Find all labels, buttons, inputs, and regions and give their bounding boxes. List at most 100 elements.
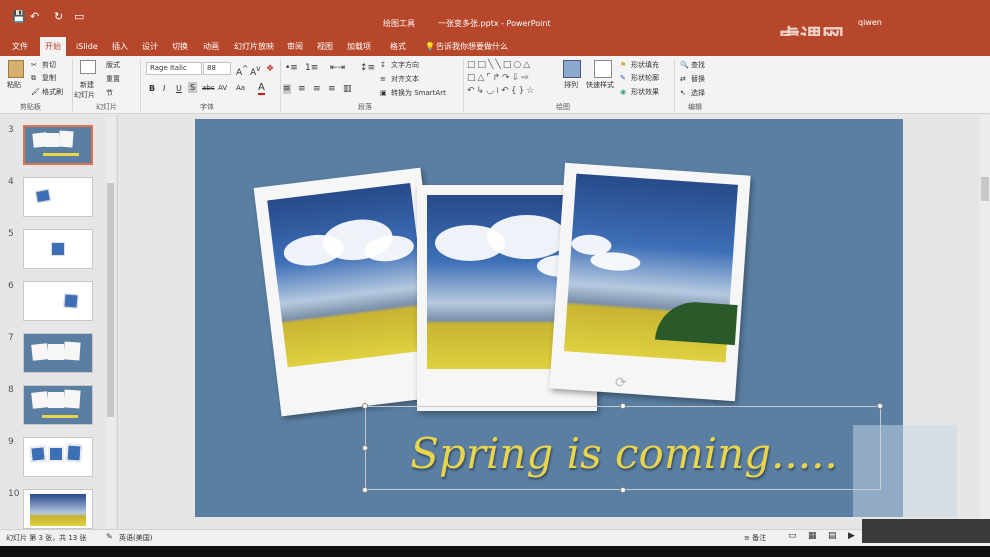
slide-thumbnail-7[interactable] — [23, 333, 93, 373]
slide-thumbnail-8[interactable] — [23, 385, 93, 425]
shape-effects-button[interactable]: ◉ 形状效果 — [620, 87, 659, 97]
present-icon[interactable]: ▭ — [74, 10, 84, 23]
resize-handle[interactable] — [620, 403, 626, 409]
new-slide-button-line2[interactable]: 幻灯片 — [74, 90, 95, 100]
format-painter-button[interactable]: 🖌 格式刷 — [31, 87, 63, 97]
smartart-button[interactable]: ▣ 转换为 SmartArt — [380, 88, 446, 98]
slide-scroll-thumb[interactable] — [981, 177, 989, 201]
quick-styles-icon[interactable] — [594, 60, 612, 78]
tab-file[interactable]: 文件 — [12, 39, 28, 54]
indent-icon[interactable]: ⇤⇥ — [330, 63, 345, 73]
slide-thumbnail-10[interactable] — [23, 489, 93, 529]
strikethrough-button[interactable]: abc — [202, 84, 215, 92]
underline-button[interactable]: U — [176, 84, 182, 93]
find-button[interactable]: 🔍 查找 — [680, 60, 705, 70]
tab-review[interactable]: 审阅 — [287, 39, 303, 54]
reset-button[interactable]: 重置 — [106, 74, 120, 84]
arrange-icon[interactable] — [563, 60, 581, 78]
thumbnail-scrollbar[interactable] — [106, 117, 115, 527]
grow-font-icon[interactable]: A^ — [236, 64, 248, 78]
slide-title-text[interactable]: Spring is coming..... — [366, 429, 882, 478]
photo-frame-right[interactable] — [549, 162, 751, 402]
redo-icon[interactable]: ↻ — [54, 10, 63, 23]
shapes-gallery[interactable]: □□╲╲□○△ □△⌜↱↷⇩⇨ ↶↳◡≀↶{}☆ — [467, 59, 555, 99]
slide-thumbnail-4[interactable] — [23, 177, 93, 217]
language-indicator[interactable]: 英语(美国) — [119, 533, 152, 543]
bullets-icon[interactable]: •≡ — [285, 63, 298, 73]
shape-fill-button[interactable]: ⚑ 形状填充 — [620, 60, 659, 70]
font-name-select[interactable]: Rage Italic — [146, 62, 202, 75]
slide-canvas[interactable]: ⟳ Spring is coming..... — [195, 119, 957, 517]
shrink-font-icon[interactable]: Av — [250, 64, 261, 78]
columns-icon[interactable]: ▥ — [343, 84, 352, 94]
section-button[interactable]: 节 — [106, 88, 113, 98]
bold-button[interactable]: B — [149, 84, 155, 93]
change-case-button[interactable]: Aa — [236, 84, 245, 92]
tab-transitions[interactable]: 切换 — [172, 39, 188, 54]
paste-button[interactable]: 粘贴 — [7, 80, 21, 90]
shape-outline-button[interactable]: ✎ 形状轮廓 — [620, 73, 659, 83]
cut-button[interactable]: ✂ 剪切 — [31, 60, 56, 70]
bottom-frame — [0, 546, 990, 557]
resize-handle[interactable] — [362, 445, 368, 451]
save-icon[interactable]: 💾 — [12, 10, 26, 23]
tell-me-input[interactable]: 告诉我你想要做什么 — [436, 39, 508, 54]
new-slide-button[interactable]: 新建 — [80, 80, 94, 90]
thumbnail-scroll-thumb[interactable] — [107, 183, 114, 417]
align-right-icon[interactable]: ≡ — [313, 84, 321, 94]
numbering-icon[interactable]: 1≡ — [305, 63, 318, 73]
char-spacing-button[interactable]: AV — [218, 84, 227, 92]
clear-format-icon[interactable]: ❖ — [266, 64, 274, 74]
paste-icon[interactable] — [8, 60, 24, 78]
arrange-button[interactable]: 排列 — [564, 80, 578, 90]
tab-format[interactable]: 格式 — [390, 39, 406, 54]
align-text-button[interactable]: ≡ 对齐文本 — [380, 74, 419, 84]
tab-animations[interactable]: 动画 — [203, 39, 219, 54]
slide-sorter-icon[interactable]: ▦ — [808, 531, 817, 541]
tab-insert[interactable]: 插入 — [112, 39, 128, 54]
tab-home[interactable]: 开始 — [40, 37, 66, 56]
rotate-handle-icon[interactable]: ⟳ — [615, 375, 627, 391]
tab-design[interactable]: 设计 — [142, 39, 158, 54]
text-direction-button[interactable]: ↧ 文字方向 — [380, 60, 419, 70]
text-box-selected[interactable]: Spring is coming..... — [365, 406, 881, 490]
justify-icon[interactable]: ≡ — [328, 84, 336, 94]
align-left-icon[interactable]: ≡ — [283, 84, 291, 94]
tab-view[interactable]: 视图 — [317, 39, 333, 54]
quick-styles-button[interactable]: 快速样式 — [586, 80, 614, 90]
line-spacing-icon[interactable]: ↕≡ — [360, 63, 375, 73]
italic-button[interactable]: I — [163, 84, 165, 93]
slide-thumbnail-5[interactable] — [23, 229, 93, 269]
tab-islide[interactable]: iSlide — [76, 39, 98, 54]
layout-button[interactable]: 版式 — [106, 60, 120, 70]
font-size-select[interactable]: 88 — [203, 62, 231, 75]
slide-thumbnail-3[interactable] — [23, 125, 93, 165]
tab-slideshow[interactable]: 幻灯片放映 — [234, 39, 274, 54]
spellcheck-icon[interactable]: ✎ — [106, 532, 113, 541]
reading-view-icon[interactable]: ▤ — [828, 531, 837, 541]
align-center-icon[interactable]: ≡ — [298, 84, 306, 94]
slideshow-view-icon[interactable]: ▶ — [848, 531, 855, 541]
slide-counter: 幻灯片 第 3 张，共 13 张 — [6, 534, 87, 542]
slide-scrollbar[interactable] — [980, 115, 990, 529]
normal-view-icon[interactable]: ▭ — [788, 531, 797, 541]
select-button[interactable]: ↖ 选择 — [680, 88, 705, 98]
text-direction-icon: ↧ — [380, 60, 386, 69]
user-name[interactable]: qiwen — [858, 18, 882, 27]
slide-thumbnail-9[interactable] — [23, 437, 93, 477]
resize-handle[interactable] — [362, 403, 368, 409]
new-slide-icon[interactable] — [80, 60, 96, 74]
font-color-icon[interactable]: A — [258, 82, 265, 95]
slide-thumbnail-6[interactable] — [23, 281, 93, 321]
resize-handle[interactable] — [877, 403, 883, 409]
align-text-icon: ≡ — [380, 74, 386, 83]
resize-handle[interactable] — [620, 487, 626, 493]
undo-icon[interactable]: ↶ — [30, 10, 39, 23]
copy-button[interactable]: ⧉ 复制 — [31, 73, 56, 83]
replace-button[interactable]: ⇄ 替换 — [680, 74, 705, 84]
divider — [72, 60, 73, 112]
notes-button[interactable]: ≡ 备注 — [744, 533, 766, 543]
shadow-button[interactable]: S — [188, 82, 198, 93]
tab-addins[interactable]: 加载项 — [347, 39, 371, 54]
resize-handle[interactable] — [362, 487, 368, 493]
